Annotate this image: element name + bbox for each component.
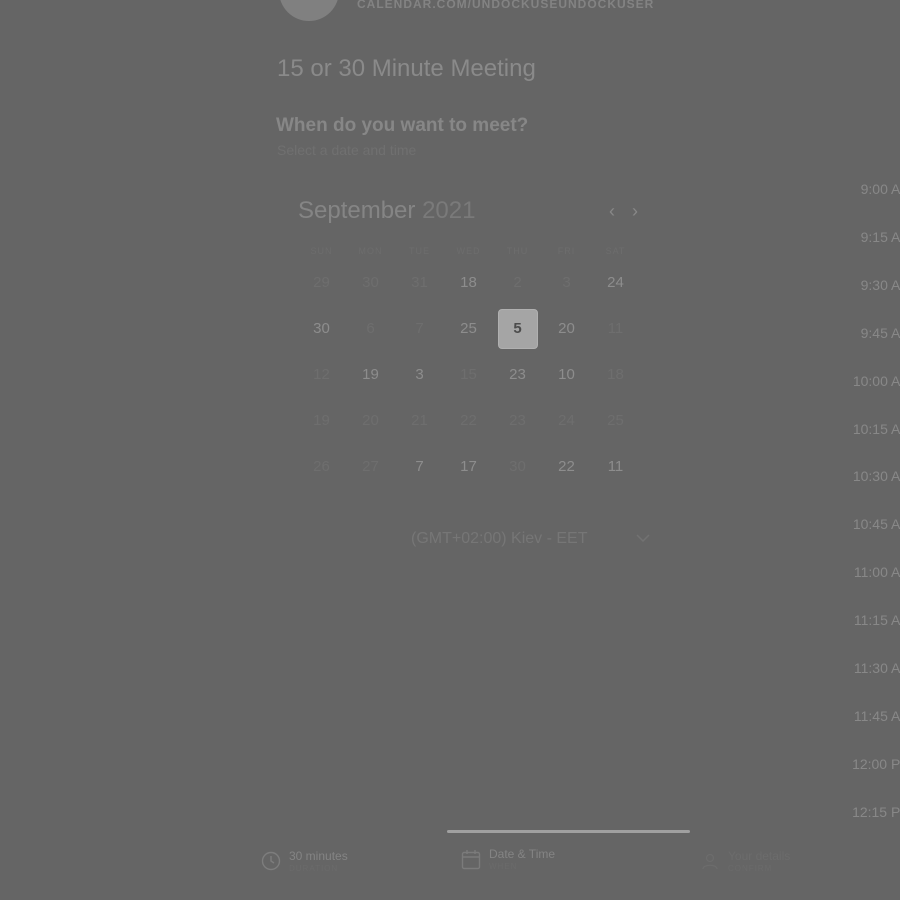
calendar-day: 30: [362, 274, 379, 291]
event-title: 15 or 30 Minute Meeting: [277, 55, 536, 82]
clock-icon: [261, 851, 281, 871]
calendar-grid: 29 30 31 18 2 3 24 30 6 7 25 5 20 11 12 19 3 15 23 10 18 19 20…: [297, 260, 640, 490]
step-details-label: Your details: [728, 849, 791, 863]
time-slot[interactable]: 11:45 AM: [822, 708, 900, 728]
prompt-heading: When do you want to meet?: [276, 115, 529, 136]
user-icon: [700, 851, 720, 871]
time-slot[interactable]: 10:45 AM: [822, 516, 900, 536]
calendar-day[interactable]: 19: [351, 355, 391, 395]
month-name: September: [298, 197, 416, 224]
calendar-day: 19: [313, 412, 330, 429]
calendar-day: 2: [513, 274, 522, 291]
calendar-day: 18: [607, 366, 624, 383]
timezone-select[interactable]: (GMT+02:00) Kiev - EET: [411, 530, 588, 548]
calendar-day-selected[interactable]: 5: [497, 309, 538, 349]
chevron-left-icon[interactable]: ‹: [603, 198, 621, 224]
time-slot[interactable]: 11:00 AM: [822, 564, 900, 584]
month-label: September 2021: [298, 197, 475, 225]
step-date-time-label: Date & Time: [489, 847, 556, 861]
time-slot[interactable]: 12:15 PM: [822, 804, 900, 824]
time-slot[interactable]: 9:00 AM: [822, 181, 900, 201]
time-slot[interactable]: 11:15 AM: [822, 612, 900, 632]
calendar-day[interactable]: 23: [498, 355, 538, 395]
step-details-sub: CONFIRM: [728, 864, 773, 873]
weekday-tue: TUE: [409, 246, 430, 256]
calendar-day[interactable]: 25: [449, 309, 489, 349]
calendar-day[interactable]: 11: [596, 447, 636, 487]
calendar-day[interactable]: 24: [596, 263, 636, 303]
calendar-day: 23: [509, 412, 526, 429]
calendar-day[interactable]: 18: [449, 263, 489, 303]
calendar-day[interactable]: 3: [400, 355, 440, 395]
calendar-day: 31: [411, 274, 428, 291]
weekday-fri: FRI: [557, 246, 576, 256]
calendar-day[interactable]: 17: [449, 447, 489, 487]
time-slot[interactable]: 9:45 AM: [822, 325, 900, 345]
weekday-header: SUN MON TUE WED THU FRI SAT: [297, 246, 640, 258]
avatar: [279, 0, 339, 21]
calendar-day: 11: [607, 320, 624, 337]
prompt-subheading: Select a date and time: [277, 142, 417, 158]
step-progress-indicator: [447, 830, 690, 833]
time-slot[interactable]: 9:15 AM: [822, 229, 900, 249]
time-slot[interactable]: 10:00 AM: [822, 373, 900, 393]
step-duration-label: 30 minutes: [289, 849, 348, 863]
time-slot[interactable]: 12:00 PM: [822, 756, 900, 776]
time-slot[interactable]: 10:30 AM: [822, 468, 900, 488]
calendar-day[interactable]: 20: [547, 309, 587, 349]
calendar-day: 30: [509, 458, 526, 475]
year-label: 2021: [422, 197, 476, 224]
calendar-day: 26: [313, 458, 330, 475]
time-slot[interactable]: 9:30 AM: [822, 277, 900, 297]
calendar-day: 29: [313, 274, 330, 291]
weekday-sun: SUN: [310, 246, 333, 256]
calendar-day[interactable]: 30: [302, 309, 342, 349]
calendar-day[interactable]: 10: [547, 355, 587, 395]
calendar-day: 7: [415, 320, 424, 337]
step-date-time-sub: WHEN: [489, 862, 518, 871]
calendar-day: 21: [411, 412, 428, 429]
booking-url[interactable]: CALENDAR.COM/UNDOCKUSEUNDOCKUSER: [357, 0, 654, 11]
calendar-day[interactable]: 7: [400, 447, 440, 487]
chevron-right-icon[interactable]: ›: [626, 198, 644, 224]
calendar-day: 27: [362, 458, 379, 475]
time-slot[interactable]: 11:30 AM: [822, 660, 900, 680]
calendar-day[interactable]: 22: [547, 447, 587, 487]
step-bar: 30 minutes DURATION Date & Time WHEN You…: [0, 830, 900, 900]
calendar-day: 25: [607, 412, 624, 429]
calendar-day: 6: [366, 320, 375, 337]
step-duration-sub: DURATION: [289, 864, 339, 873]
calendar-day: 24: [558, 412, 575, 429]
booking-page: CALENDAR.COM/UNDOCKUSEUNDOCKUSER 15 or 3…: [0, 0, 900, 900]
weekday-wed: WED: [456, 246, 481, 256]
weekday-mon: MON: [358, 246, 383, 256]
calendar-day: 22: [460, 412, 477, 429]
calendar-icon: [461, 849, 481, 870]
calendar-day: 12: [313, 366, 330, 383]
calendar-day: 3: [562, 274, 571, 291]
time-slot-list: 9:00 AM 9:15 AM 9:30 AM 9:45 AM 10:00 AM 10:1…: [820, 0, 900, 900]
weekday-thu: THU: [506, 246, 529, 256]
weekday-sat: SAT: [605, 246, 626, 256]
chevron-down-icon[interactable]: [636, 530, 650, 546]
calendar-day: 20: [362, 412, 379, 429]
calendar-day: 15: [460, 366, 477, 383]
time-slot[interactable]: 10:15 AM: [822, 421, 900, 441]
